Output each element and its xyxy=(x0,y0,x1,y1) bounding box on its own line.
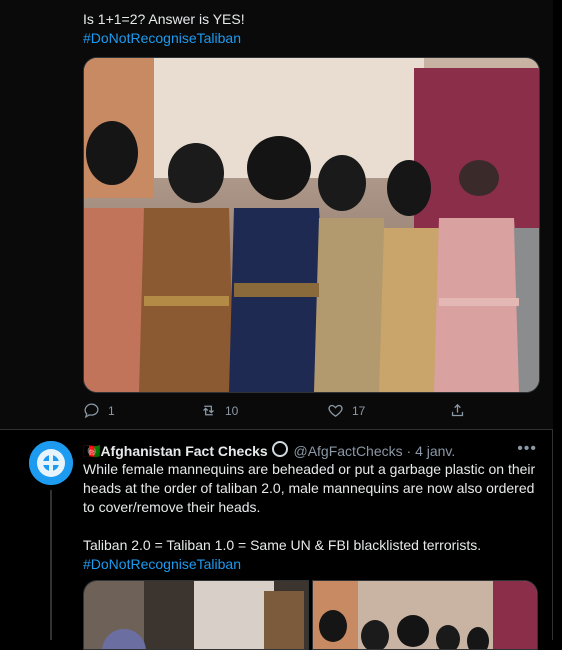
flag-icon: 🇦🇫 xyxy=(83,443,101,459)
more-options-icon[interactable]: ••• xyxy=(517,440,537,458)
tweet-2-text: While female mannequins are beheaded or … xyxy=(83,460,543,574)
retweet-icon xyxy=(203,405,214,416)
tweet-2-header: 🇦🇫Afghanistan Fact Checks @AfgFactChecks… xyxy=(83,441,455,461)
heart-icon xyxy=(328,404,343,417)
handle[interactable]: @AfgFactChecks xyxy=(293,443,402,459)
reply-count: 1 xyxy=(108,403,115,418)
thread-line xyxy=(50,490,52,640)
like-count: 17 xyxy=(352,403,366,418)
tweet-2[interactable]: 🇦🇫Afghanistan Fact Checks @AfgFactChecks… xyxy=(0,430,553,650)
share-button[interactable] xyxy=(449,402,466,419)
share-icon xyxy=(451,403,464,417)
like-button[interactable]: 17 xyxy=(327,402,365,419)
mannequins-photo xyxy=(84,58,539,392)
reply-icon xyxy=(84,403,99,419)
tweet-2-paragraph-2: Taliban 2.0 = Taliban 1.0 = Same UN & FB… xyxy=(83,537,482,553)
tweet-1-line: Is 1+1=2? Answer is YES! xyxy=(83,11,245,27)
separator: · xyxy=(406,443,412,459)
avatar-logo-icon xyxy=(29,441,73,485)
search-badge-icon xyxy=(271,441,288,457)
tweet-1-hashtag-link[interactable]: #DoNotRecogniseTaliban xyxy=(83,29,245,48)
timestamp[interactable]: 4 janv. xyxy=(415,443,455,459)
tweet-1-photo[interactable] xyxy=(83,57,540,393)
tweet-2-paragraph-1: While female mannequins are beheaded or … xyxy=(83,461,536,515)
tweet-1-actions: 1 10 17 xyxy=(83,402,483,422)
display-name[interactable]: Afghanistan Fact Checks xyxy=(100,443,267,459)
avatar[interactable] xyxy=(29,441,73,485)
reply-button[interactable]: 1 xyxy=(83,402,115,419)
tweet-1[interactable]: Is 1+1=2? Answer is YES! #DoNotRecognise… xyxy=(0,0,553,429)
retweet-count: 10 xyxy=(225,403,239,418)
retweet-button[interactable]: 10 xyxy=(200,402,238,419)
tweet-2-hashtag-link[interactable]: #DoNotRecogniseTaliban xyxy=(83,555,543,574)
tweet-1-text: Is 1+1=2? Answer is YES! #DoNotRecognise… xyxy=(83,10,245,48)
